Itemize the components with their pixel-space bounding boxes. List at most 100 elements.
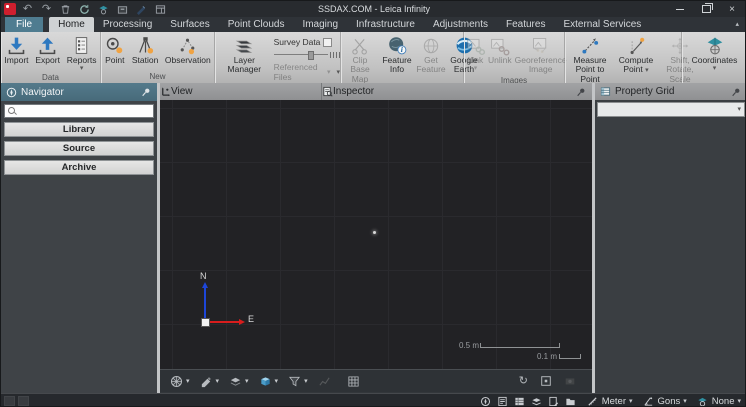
property-selector-dropdown-icon[interactable]: ▾ xyxy=(737,106,741,113)
layer-transparency-slider[interactable] xyxy=(274,50,340,59)
style-dropdown[interactable]: ▾ xyxy=(199,374,220,389)
link-image-label: Link xyxy=(468,56,484,65)
chart-tool-icon xyxy=(317,374,332,389)
property-grid-header[interactable]: Property Grid xyxy=(595,83,746,100)
property-object-selector[interactable]: ▾ xyxy=(597,102,745,117)
navigator-toggle-icon[interactable] xyxy=(480,395,492,407)
search-input[interactable] xyxy=(19,105,153,117)
reports-dropdown-icon[interactable]: ▾ xyxy=(80,65,84,72)
reports-label: Reports xyxy=(67,56,97,65)
coordinates-button[interactable]: Coordinates ▾ xyxy=(691,34,739,73)
navigator-item-archive[interactable]: Archive xyxy=(4,160,154,175)
feature-info-label: Feature Info xyxy=(380,56,414,75)
distance-unit-dropdown[interactable]: Meter ▾ xyxy=(587,395,633,407)
project-folder-icon[interactable] xyxy=(565,395,577,407)
export-icon xyxy=(37,35,58,56)
navigation-mode-dropdown[interactable]: ▾ xyxy=(169,374,190,389)
angle-unit-dropdown[interactable]: Gons ▾ xyxy=(643,395,687,407)
property-grid-toggle-icon[interactable] xyxy=(514,395,526,407)
get-feature-label: Get Feature xyxy=(416,56,446,75)
reports-button[interactable]: Reports ▾ xyxy=(66,34,98,73)
active-layer-combobox[interactable]: Survey Data xyxy=(274,37,321,47)
navigator-pin-icon[interactable] xyxy=(140,86,152,98)
link-image-button[interactable]: Link ▾ xyxy=(464,34,487,73)
zoom-extents-icon[interactable] xyxy=(540,375,552,387)
new-point-button[interactable]: Point xyxy=(103,34,126,66)
filter-dropdown[interactable]: ▾ xyxy=(287,374,308,389)
reset-view-icon[interactable]: ↻ xyxy=(519,376,528,387)
grid-toggle-button[interactable] xyxy=(346,374,361,389)
inspector-toggle-icon[interactable] xyxy=(497,395,509,407)
unlink-image-button[interactable]: Unlink xyxy=(487,34,513,66)
navigator-header[interactable]: Navigator xyxy=(1,83,157,101)
coordinates-label: Coordinates xyxy=(692,56,738,65)
property-grid-pin-icon[interactable] xyxy=(730,86,742,98)
compute-point-dropdown-icon[interactable]: ▾ xyxy=(645,67,649,74)
view-3d-dropdown[interactable]: ▾ xyxy=(258,374,279,389)
slider-thumb[interactable] xyxy=(308,51,314,60)
tab-adjustments[interactable]: Adjustments xyxy=(424,17,497,32)
layer-visibility-checkbox[interactable] xyxy=(323,38,332,47)
grid-icon xyxy=(346,374,361,389)
export-button[interactable]: Export xyxy=(34,34,61,66)
panel-toggle-icons xyxy=(480,395,577,407)
inspector-tab[interactable]: Inspector xyxy=(322,83,592,100)
navigator-compass-icon xyxy=(6,87,17,98)
tab-processing[interactable]: Processing xyxy=(94,17,161,32)
navigator-item-source[interactable]: Source xyxy=(4,141,154,156)
restore-button[interactable] xyxy=(693,1,719,17)
survey-point-marker[interactable] xyxy=(373,231,376,234)
get-feature-icon xyxy=(421,35,441,56)
chart-tool-button[interactable] xyxy=(317,374,332,389)
georeference-image-icon xyxy=(530,35,551,56)
tab-features[interactable]: Features xyxy=(497,17,554,32)
measure-point-to-point-button[interactable]: Measure Point to Point xyxy=(565,34,615,85)
scale-minor-bar xyxy=(559,354,581,359)
navigator-search-box[interactable] xyxy=(4,104,154,118)
coordinates-dropdown-icon[interactable]: ▾ xyxy=(713,65,717,72)
new-station-button[interactable]: Station xyxy=(131,34,159,66)
tab-point-clouds[interactable]: Point Clouds xyxy=(219,17,294,32)
clip-base-map-button[interactable]: Clip Base Map xyxy=(341,34,379,85)
compute-point-button[interactable]: Compute Point ▾ xyxy=(615,34,657,76)
map-canvas[interactable]: N E 0.5 m 0.1 m xyxy=(160,100,592,369)
new-observation-button[interactable]: Observation xyxy=(164,34,212,66)
tab-file[interactable]: File xyxy=(5,17,43,32)
link-dropdown-icon[interactable]: ▾ xyxy=(474,65,478,72)
georeference-image-button[interactable]: Georeference Image xyxy=(513,34,569,76)
view-pin-icon[interactable] xyxy=(575,86,587,98)
import-label: Import xyxy=(4,56,28,65)
view-tab[interactable]: View xyxy=(160,83,321,100)
referenced-files-button[interactable]: Referenced Files xyxy=(274,62,324,82)
status-mini-icon-2[interactable] xyxy=(18,396,29,406)
feature-info-button[interactable]: i Feature Info xyxy=(379,34,415,76)
coordinate-system-dropdown[interactable]: None ▾ xyxy=(697,395,741,407)
scale-major-bar xyxy=(480,343,560,348)
feature-info-icon: i xyxy=(387,35,408,56)
navigator-item-library[interactable]: Library xyxy=(4,122,154,137)
tab-imaging[interactable]: Imaging xyxy=(293,17,347,32)
layers-visibility-dropdown[interactable]: ▾ xyxy=(228,374,249,389)
close-button[interactable]: × xyxy=(719,1,745,17)
tab-infrastructure[interactable]: Infrastructure xyxy=(347,17,424,32)
tab-external-services[interactable]: External Services xyxy=(554,17,650,32)
minimize-button[interactable] xyxy=(667,1,693,17)
tab-home[interactable]: Home xyxy=(49,17,94,32)
angle-icon xyxy=(643,395,655,407)
collapse-ribbon-icon[interactable]: ▴ xyxy=(735,17,739,32)
tab-surfaces[interactable]: Surfaces xyxy=(161,17,218,32)
slider-ticks xyxy=(330,52,340,58)
layers-toggle-icon[interactable] xyxy=(531,395,543,407)
get-feature-button[interactable]: Get Feature xyxy=(415,34,447,76)
ribbon-tab-bar: File Home Processing Surfaces Point Clou… xyxy=(1,17,746,32)
layer-manager-button[interactable]: Layer Manager xyxy=(219,34,270,76)
unlink-image-label: Unlink xyxy=(488,56,512,65)
snapshot-icon[interactable] xyxy=(564,375,576,387)
import-button[interactable]: Import xyxy=(3,34,29,66)
referenced-files-dropdown-icon[interactable]: ▾ xyxy=(327,69,331,76)
log-toggle-icon[interactable] xyxy=(548,395,560,407)
ribbon-group-layers: Layer Manager Survey Data Referenced Fil… xyxy=(215,32,341,83)
status-mini-icon-1[interactable] xyxy=(4,396,15,406)
layers-more-dropdown-icon[interactable]: ▾ xyxy=(336,69,340,76)
scale-major-label: 0.5 m xyxy=(459,341,479,350)
